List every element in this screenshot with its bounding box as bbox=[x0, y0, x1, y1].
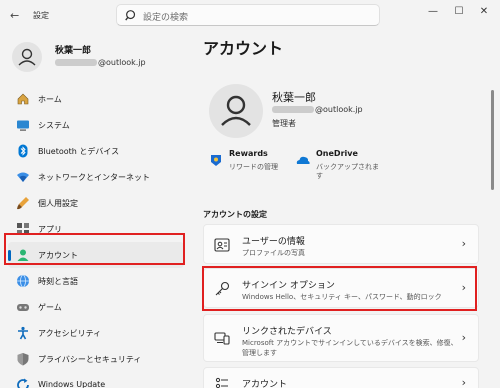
profile-email-suffix: @outlook.jp bbox=[98, 58, 146, 67]
page-title: アカウント bbox=[203, 39, 284, 58]
account-name: 秋葉一郎 bbox=[272, 91, 316, 104]
search-input[interactable]: 設定の検索 bbox=[143, 10, 188, 23]
card-title: ユーザーの情報 bbox=[242, 237, 305, 247]
sidebar-item-network[interactable]: ネットワークとインターネット bbox=[8, 164, 184, 190]
chevron-right-icon: › bbox=[461, 237, 466, 250]
system-icon bbox=[17, 120, 29, 131]
sidebar-item-label: システム bbox=[38, 121, 70, 130]
chevron-right-icon: › bbox=[461, 376, 466, 388]
account-email-suffix: @outlook.jp bbox=[315, 105, 363, 114]
sidebar-item-time-language[interactable]: 時刻と言語 bbox=[8, 268, 184, 294]
card-subtitle: プロファイルの写真 bbox=[242, 249, 305, 257]
profile-name: 秋葉一郎 bbox=[55, 46, 92, 56]
card-user-info[interactable]: ユーザーの情報 プロファイルの写真 › bbox=[203, 224, 479, 264]
rewards-icon bbox=[211, 155, 221, 166]
sidebar-item-gaming[interactable]: ゲーム bbox=[8, 294, 184, 320]
card-subtitle-cont: 管理します bbox=[242, 349, 277, 357]
sidebar-item-label: 個人用設定 bbox=[38, 199, 78, 208]
sidebar-item-bluetooth[interactable]: Bluetooth とデバイス bbox=[8, 138, 184, 164]
sidebar-item-label: ホーム bbox=[38, 95, 62, 104]
sidebar-item-label: ネットワークとインターネット bbox=[38, 173, 150, 182]
accessibility-icon bbox=[18, 326, 28, 340]
card-title: リンクされたデバイス bbox=[242, 327, 332, 337]
account-avatar[interactable] bbox=[209, 84, 263, 138]
bluetooth-icon bbox=[18, 144, 28, 158]
shield-icon bbox=[17, 353, 29, 366]
account-email: @outlook.jp bbox=[272, 105, 363, 114]
maximize-button[interactable]: ☐ bbox=[451, 4, 467, 20]
sidebar-item-system[interactable]: システム bbox=[8, 112, 184, 138]
onedrive-title: OneDrive bbox=[316, 149, 358, 158]
app-title: 設定 bbox=[33, 11, 49, 20]
scrollbar[interactable] bbox=[491, 90, 494, 190]
card-subtitle: Microsoft アカウントでサインインしているデバイスを検索、修復、 bbox=[242, 339, 458, 347]
account-role: 管理者 bbox=[272, 119, 296, 128]
minimize-button[interactable]: — bbox=[425, 4, 441, 20]
sidebar-item-home[interactable]: ホーム bbox=[8, 86, 184, 112]
rewards-title: Rewards bbox=[229, 149, 268, 158]
linked-devices-icon bbox=[214, 332, 230, 345]
onedrive-subtitle: バックアップされま bbox=[316, 163, 379, 171]
person-icon bbox=[221, 95, 251, 126]
sidebar-item-label: ゲーム bbox=[38, 303, 62, 312]
card-accounts[interactable]: アカウント › bbox=[203, 367, 479, 388]
sidebar-item-accessibility[interactable]: アクセシビリティ bbox=[8, 320, 184, 346]
highlight-box-sign-in bbox=[202, 266, 477, 311]
sidebar-item-personalization[interactable]: 個人用設定 bbox=[8, 190, 184, 216]
close-button[interactable]: ✕ bbox=[476, 4, 492, 20]
brush-icon bbox=[17, 197, 29, 210]
sidebar-item-label: アクセシビリティ bbox=[38, 329, 102, 338]
onedrive-icon bbox=[296, 156, 310, 164]
user-info-icon bbox=[214, 238, 230, 252]
sidebar-item-privacy[interactable]: プライバシーとセキュリティ bbox=[8, 346, 184, 372]
sidebar-item-label: Bluetooth とデバイス bbox=[38, 147, 120, 156]
sidebar-item-label: 時刻と言語 bbox=[38, 277, 78, 286]
sidebar-item-label: Windows Update bbox=[38, 380, 106, 388]
globe-clock-icon bbox=[17, 274, 29, 288]
game-icon bbox=[17, 304, 29, 311]
list-icon bbox=[215, 377, 228, 388]
search-icon bbox=[125, 10, 136, 21]
highlight-box-accounts bbox=[4, 233, 185, 265]
update-icon bbox=[17, 378, 29, 388]
wifi-icon bbox=[17, 172, 29, 182]
profile-email: @outlook.jp bbox=[55, 58, 146, 67]
section-title: アカウントの設定 bbox=[203, 210, 267, 219]
sidebar-item-label: プライバシーとセキュリティ bbox=[38, 355, 142, 364]
email-redaction bbox=[55, 59, 97, 66]
card-linked-devices[interactable]: リンクされたデバイス Microsoft アカウントでサインインしているデバイス… bbox=[203, 314, 479, 362]
sidebar-item-windows-update[interactable]: Windows Update bbox=[8, 372, 184, 388]
card-title: アカウント bbox=[242, 380, 288, 388]
rewards-subtitle: リワードの管理 bbox=[229, 163, 278, 171]
person-icon bbox=[18, 48, 36, 66]
back-button[interactable]: ← bbox=[10, 9, 19, 22]
search-box[interactable]: 設定の検索 bbox=[116, 4, 380, 26]
chevron-right-icon: › bbox=[461, 331, 466, 344]
profile-avatar[interactable] bbox=[12, 42, 42, 72]
email-redaction bbox=[272, 106, 314, 113]
title-bar: ← 設定 設定の検索 — ☐ ✕ bbox=[0, 0, 500, 30]
onedrive-subtitle-cont: す bbox=[316, 172, 323, 180]
home-icon bbox=[17, 93, 29, 105]
